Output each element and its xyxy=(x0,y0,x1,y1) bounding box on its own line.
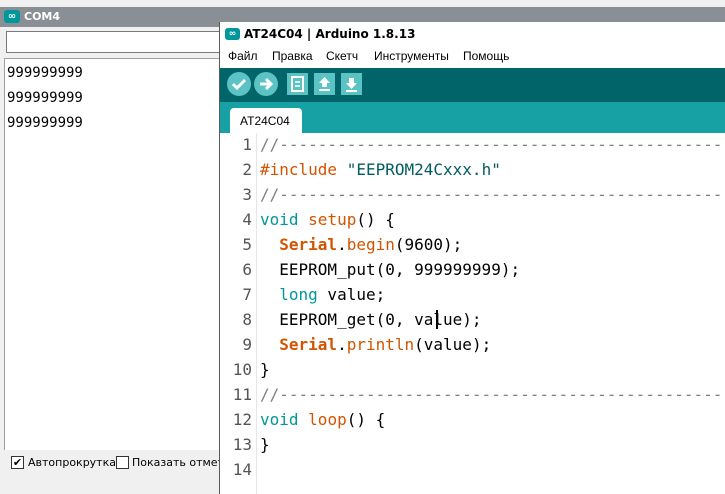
save-sketch-icon xyxy=(346,78,357,92)
include-directive: #include xyxy=(260,160,338,179)
line-number: 1 xyxy=(242,135,252,154)
code-editor[interactable]: 1 2 3 4 5 6 7 8 9 10 11 12 13 14 //-----… xyxy=(220,133,725,494)
method-begin: begin xyxy=(346,235,395,254)
code-text: . xyxy=(337,335,347,354)
line-number: 3 xyxy=(242,185,252,204)
line-number: 7 xyxy=(242,285,252,304)
text-caret xyxy=(436,310,438,329)
function-loop: loop xyxy=(308,410,347,429)
arduino-logo-icon: ∞ xyxy=(4,10,20,23)
line-number: 11 xyxy=(232,385,252,404)
code-text: EEPROM_get(0, xyxy=(279,310,415,329)
ide-window-title: AT24C04 | Arduino 1.8.13 xyxy=(244,27,416,41)
code-line-6: EEPROM_put(0, 999999999); xyxy=(260,260,520,279)
menu-file[interactable]: Файл xyxy=(228,49,258,63)
upload-icon xyxy=(260,77,274,91)
code-text: (9600); xyxy=(394,235,463,254)
upload-button[interactable] xyxy=(254,72,278,96)
code-text: (value); xyxy=(414,335,492,354)
comment-separator: //--------------------------------------… xyxy=(260,135,723,154)
serial-send-input[interactable] xyxy=(6,31,220,53)
code-line-2: #include "EEPROM24Cxxx.h" xyxy=(260,160,501,179)
serial-output-line: 999999999 xyxy=(7,65,83,81)
keyword-void: void xyxy=(260,410,299,429)
serial-options-bar: ✔ Автопрокрутка Показать отметк xyxy=(0,450,231,494)
code-line-11: //--------------------------------------… xyxy=(260,385,722,404)
code-line-9: Serial.println(value); xyxy=(260,335,491,354)
arduino-ide-window: ∞ AT24C04 | Arduino 1.8.13 Файл Правка С… xyxy=(219,22,725,494)
code-text: } xyxy=(260,360,270,379)
ide-titlebar[interactable]: ∞ AT24C04 | Arduino 1.8.13 xyxy=(220,22,725,45)
code-line-7: long value; xyxy=(260,285,385,304)
tab-label: AT24C04 xyxy=(240,114,290,128)
new-sketch-icon xyxy=(291,76,304,92)
code-text: } xyxy=(260,435,270,454)
autoscroll-label: Автопрокрутка xyxy=(28,456,116,469)
serial-output-line: 999999999 xyxy=(7,90,83,106)
code-line-13: } xyxy=(260,435,270,454)
method-println: println xyxy=(346,335,415,354)
comment-separator: //--------------------------------------… xyxy=(260,185,723,204)
code-text: () { xyxy=(346,410,386,429)
line-number: 8 xyxy=(242,310,252,329)
line-number: 4 xyxy=(242,210,252,229)
code-text: value; xyxy=(317,285,386,304)
autoscroll-checkbox[interactable]: ✔ xyxy=(11,456,24,469)
save-sketch-button[interactable] xyxy=(341,73,362,95)
code-line-3: //--------------------------------------… xyxy=(260,185,722,204)
serial-output-area[interactable]: 999999999 999999999 999999999 xyxy=(4,58,220,450)
serial-output-line: 999999999 xyxy=(7,115,83,131)
code-line-5: Serial.begin(9600); xyxy=(260,235,462,254)
function-setup: setup xyxy=(308,210,357,229)
code-line-1: //--------------------------------------… xyxy=(260,135,722,154)
line-number: 5 xyxy=(242,235,252,254)
menu-edit[interactable]: Правка xyxy=(272,49,313,63)
line-number: 14 xyxy=(232,460,252,479)
code-text: () { xyxy=(356,210,395,229)
tab-at24c04[interactable]: AT24C04 xyxy=(230,108,302,133)
line-number-gutter: 1 2 3 4 5 6 7 8 9 10 11 12 13 14 xyxy=(220,133,257,494)
comment-separator: //--------------------------------------… xyxy=(260,385,723,404)
open-sketch-icon xyxy=(319,77,330,91)
serial-monitor-title: COM4 xyxy=(24,10,61,23)
serial-object: Serial xyxy=(279,335,338,354)
line-number: 9 xyxy=(242,335,252,354)
ide-menubar: Файл Правка Скетч Инструменты Помощь xyxy=(220,45,725,68)
code-line-12: void loop() { xyxy=(260,410,385,429)
menu-tools[interactable]: Инструменты xyxy=(374,49,449,63)
show-timestamp-checkbox[interactable] xyxy=(116,456,129,469)
verify-button[interactable] xyxy=(227,72,251,96)
serial-object: Serial xyxy=(279,235,338,254)
code-line-4: void setup() { xyxy=(260,210,395,229)
verify-icon xyxy=(231,78,247,91)
show-timestamp-label: Показать отметк xyxy=(132,456,231,469)
new-sketch-button[interactable] xyxy=(287,73,308,95)
open-sketch-button[interactable] xyxy=(314,73,335,95)
line-number: 2 xyxy=(242,160,252,179)
menu-sketch[interactable]: Скетч xyxy=(326,49,358,63)
ide-toolbar xyxy=(220,68,725,102)
background-window-edge xyxy=(0,0,725,7)
code-text: . xyxy=(337,235,347,254)
code-line-10: } xyxy=(260,360,270,379)
code-line-8: EEPROM_get(0, value); xyxy=(260,310,482,329)
line-number: 13 xyxy=(232,435,252,454)
include-header-string: "EEPROM24Cxxx.h" xyxy=(346,160,501,179)
keyword-long: long xyxy=(279,285,318,304)
keyword-void: void xyxy=(260,210,299,229)
code-text: EEPROM_put(0, 999999999); xyxy=(279,260,521,279)
arduino-logo-icon: ∞ xyxy=(225,28,240,40)
line-number: 6 xyxy=(242,260,252,279)
line-number: 12 xyxy=(232,410,252,429)
code-text: value); xyxy=(414,310,482,329)
line-number: 10 xyxy=(232,360,252,379)
ide-tabbar: AT24C04 xyxy=(220,102,725,133)
menu-help[interactable]: Помощь xyxy=(463,49,509,63)
